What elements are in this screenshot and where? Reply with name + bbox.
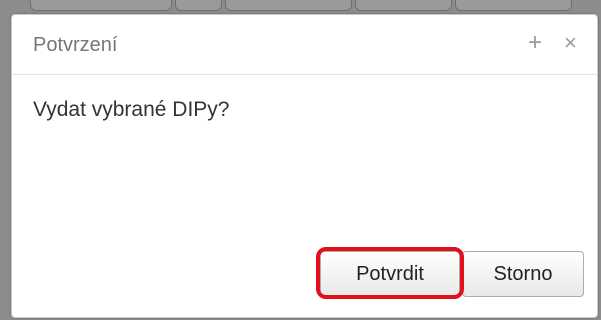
cancel-button[interactable]: Storno: [462, 251, 584, 297]
background-tab: [30, 0, 172, 11]
plus-icon[interactable]: +: [528, 29, 542, 57]
dialog-title: Potvrzení: [33, 34, 118, 56]
background-tab: [175, 0, 222, 11]
confirm-dialog: Potvrzení + × Vydat vybrané DIPy? Potvrd…: [11, 14, 598, 318]
close-icon[interactable]: ×: [564, 29, 577, 57]
dialog-titlebar: Potvrzení + ×: [12, 15, 597, 75]
background-tab: [225, 0, 352, 11]
background-tab: [355, 0, 452, 11]
confirm-button[interactable]: Potvrdit: [320, 251, 460, 297]
background-tab: [455, 0, 572, 11]
dialog-message: Vydat vybrané DIPy?: [33, 98, 230, 121]
